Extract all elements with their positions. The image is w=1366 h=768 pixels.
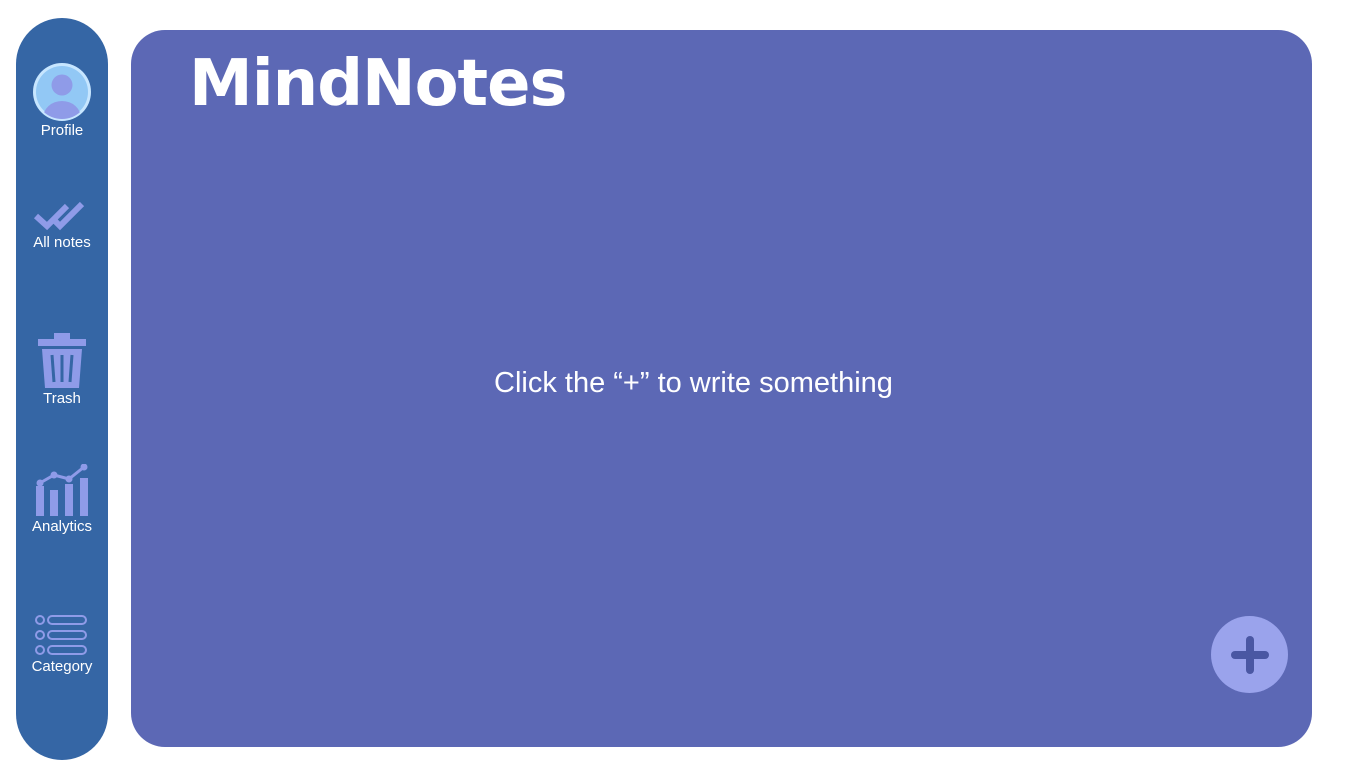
- app-title: MindNotes: [189, 47, 568, 121]
- sidebar-item-label: Category: [31, 658, 93, 675]
- sidebar-item-all-notes[interactable]: All notes: [16, 200, 108, 252]
- profile-icon: [32, 62, 92, 122]
- main-panel: MindNotes Click the “+” to write somethi…: [131, 30, 1312, 747]
- sidebar-item-label: All notes: [33, 234, 91, 251]
- analytics-icon: [32, 463, 92, 518]
- sidebar-item-analytics[interactable]: Analytics: [16, 463, 108, 536]
- sidebar-item-profile[interactable]: Profile: [16, 62, 108, 140]
- sidebar: Profile All notes Trash Analytics Catego…: [16, 18, 108, 760]
- sidebar-item-trash[interactable]: Trash: [16, 332, 108, 408]
- plus-icon: [1230, 635, 1270, 675]
- empty-state-message: Click the “+” to write something: [494, 367, 893, 399]
- sidebar-item-label: Profile: [40, 122, 84, 139]
- add-note-button[interactable]: [1211, 616, 1288, 693]
- sidebar-item-label: Analytics: [31, 518, 93, 535]
- sidebar-item-category[interactable]: Category: [16, 612, 108, 676]
- trash-icon: [36, 332, 88, 390]
- double-check-icon: [32, 200, 92, 234]
- list-icon: [34, 612, 90, 658]
- sidebar-item-label: Trash: [43, 390, 81, 407]
